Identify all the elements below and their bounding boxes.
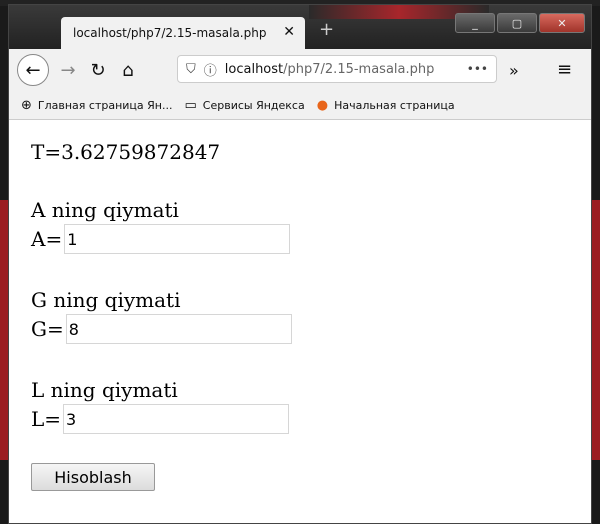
bookmark-start-page[interactable]: ● Начальная страница [317, 98, 455, 113]
shield-icon[interactable]: ⛉ [186, 62, 196, 77]
overflow-menu-button[interactable]: » [509, 61, 519, 80]
arrow-right-icon: → [60, 59, 76, 81]
calculate-button[interactable]: Hisoblash [31, 463, 155, 491]
field-l-heading: L ning qiymati [31, 378, 178, 402]
reload-button[interactable]: ↻ [83, 55, 113, 85]
g-input[interactable] [65, 314, 292, 344]
back-button[interactable]: ← [17, 54, 49, 86]
field-a-label: A= [31, 227, 63, 251]
maximize-button[interactable]: ▢ [497, 13, 537, 33]
bookmark-label: Начальная страница [334, 98, 455, 112]
field-g-heading: G ning qiymati [31, 288, 181, 312]
result-text: T=3.62759872847 [31, 140, 221, 164]
browser-tab[interactable]: localhost/php7/2.15-masala.php ✕ [61, 17, 305, 49]
bookmark-label: Сервисы Яндекса [202, 98, 305, 112]
field-a-row: A= [31, 224, 291, 254]
folder-icon: ▭ [184, 97, 197, 113]
a-input[interactable] [64, 224, 291, 254]
field-g-label: G= [31, 317, 64, 341]
firefox-icon: ● [316, 97, 329, 113]
minimize-button[interactable]: _ [455, 13, 495, 33]
title-bar: localhost/php7/2.15-masala.php ✕ + _ ▢ ✕ [9, 5, 591, 49]
info-icon[interactable]: ⓘ [204, 60, 217, 79]
field-l-row: L= [31, 404, 290, 434]
url-host: localhost [224, 61, 284, 77]
arrow-left-icon: ← [25, 59, 41, 81]
page-content: T=3.62759872847 A ning qiymati A= G ning… [9, 120, 591, 523]
browser-window: localhost/php7/2.15-masala.php ✕ + _ ▢ ✕… [8, 4, 592, 524]
bookmarks-bar: ⊕ Главная страница Ян... ▭ Сервисы Яндек… [9, 91, 591, 120]
bookmark-yandex-services[interactable]: ▭ Сервисы Яндекса [184, 98, 304, 113]
window-controls: _ ▢ ✕ [453, 13, 585, 33]
bookmark-yandex-home[interactable]: ⊕ Главная страница Ян... [21, 98, 172, 113]
field-l-label: L= [31, 407, 62, 431]
close-window-button[interactable]: ✕ [539, 13, 585, 33]
home-button[interactable]: ⌂ [113, 55, 143, 85]
forward-button[interactable]: → [53, 55, 83, 85]
field-a-heading: A ning qiymati [31, 198, 179, 222]
url-path: /php7/2.15-masala.php [283, 61, 435, 77]
reload-icon: ↻ [90, 59, 106, 81]
field-g-row: G= [31, 314, 292, 344]
tab-title: localhost/php7/2.15-masala.php [73, 26, 267, 40]
bookmark-label: Главная страница Ян... [37, 98, 173, 112]
nav-toolbar: ← → ↻ ⌂ ⛉ ⓘ localhost /php7/2.15-masala.… [9, 49, 591, 91]
hamburger-menu-icon[interactable]: ≡ [557, 59, 572, 80]
new-tab-button[interactable]: + [319, 19, 334, 40]
globe-icon: ⊕ [21, 97, 32, 113]
address-bar[interactable]: ⛉ ⓘ localhost /php7/2.15-masala.php ••• [177, 55, 497, 83]
l-input[interactable] [63, 404, 290, 434]
tab-close-icon[interactable]: ✕ [283, 24, 295, 40]
home-icon: ⌂ [122, 59, 134, 81]
page-actions-menu[interactable]: ••• [467, 62, 488, 76]
